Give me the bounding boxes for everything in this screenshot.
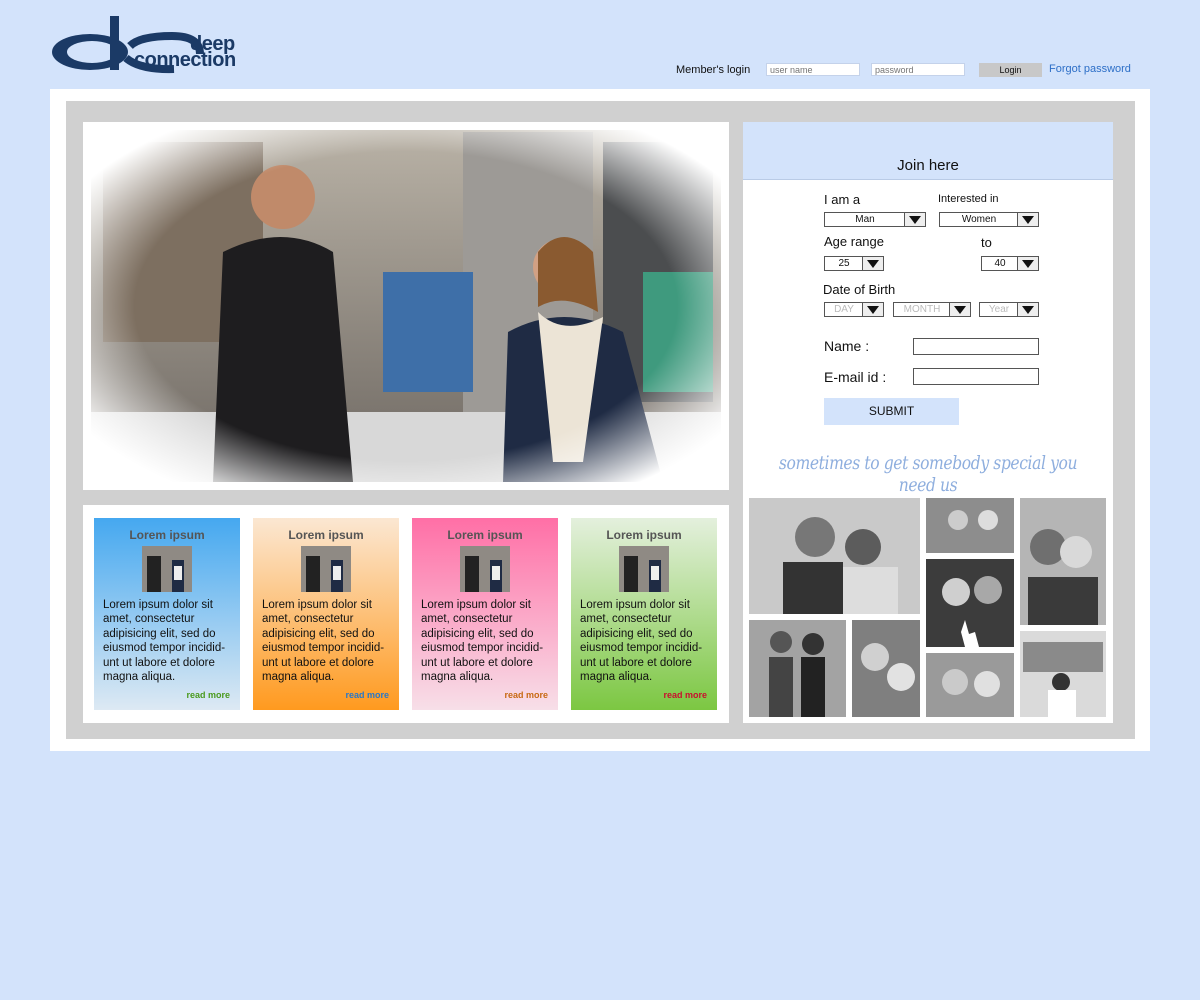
card-title: Lorem ipsum [447, 528, 523, 542]
card-title: Lorem ipsum [606, 528, 682, 542]
card-body: Lorem ipsum dolor sit amet, consectetur … [262, 599, 385, 684]
card-body: Lorem ipsum dolor sit amet, consectetur … [103, 599, 226, 684]
chevron-down-icon [1017, 257, 1038, 270]
interested-in-label: Interested in [938, 193, 999, 205]
age-to-select[interactable]: 40 [981, 256, 1039, 271]
age-to-select-value: 40 [994, 258, 1006, 269]
dob-day-select-value: DAY [834, 304, 854, 315]
dob-month-select-value: MONTH [903, 304, 941, 315]
dob-day-select[interactable]: DAY [824, 302, 884, 317]
interested-in-select[interactable]: Women [939, 212, 1039, 227]
read-more-link[interactable]: read more [663, 690, 707, 700]
logo-word-connection: connection [134, 49, 236, 71]
login-button[interactable]: Login [979, 63, 1042, 77]
card-thumbnail [619, 546, 669, 592]
read-more-link[interactable]: read more [186, 690, 230, 700]
chevron-down-icon [949, 303, 970, 316]
interested-in-select-value: Women [961, 214, 997, 225]
i-am-label: I am a [824, 192, 861, 207]
card-body: Lorem ipsum dolor sit amet, consectetur … [580, 599, 703, 684]
card-thumbnail [460, 546, 510, 592]
email-label: E-mail id : [824, 369, 887, 385]
forgot-password-link[interactable]: Forgot password [1049, 63, 1131, 75]
collage-photo [749, 620, 846, 717]
feature-card[interactable]: Lorem ipsum Lorem ipsum dolor sit amet, … [412, 518, 558, 710]
hero-couple-image [83, 122, 729, 490]
dob-year-select-value: Year [988, 304, 1010, 315]
date-of-birth-label: Date of Birth [823, 282, 896, 297]
join-header: Join here [743, 122, 1113, 180]
name-input[interactable] [913, 338, 1039, 355]
age-from-select[interactable]: 25 [824, 256, 884, 271]
name-label: Name : [824, 338, 870, 354]
username-input[interactable] [766, 63, 860, 76]
dob-year-select[interactable]: Year [979, 302, 1039, 317]
collage-photo [926, 653, 1014, 717]
join-panel: Join here I am a Interested in Man Women… [743, 122, 1113, 723]
submit-button[interactable]: SUBMIT [824, 398, 959, 425]
hero-photo [83, 122, 729, 490]
feature-cards-panel: Lorem ipsum Lorem ipsum dolor sit amet, … [83, 505, 729, 723]
tagline: sometimes to get somebody special you ne… [778, 452, 1078, 496]
logo[interactable]: deep connection [50, 14, 240, 74]
age-range-label: Age range [824, 234, 884, 249]
age-from-select-value: 25 [838, 258, 850, 269]
read-more-link[interactable]: read more [504, 690, 548, 700]
feature-card[interactable]: Lorem ipsum Lorem ipsum dolor sit amet, … [94, 518, 240, 710]
card-title: Lorem ipsum [288, 528, 364, 542]
chevron-down-icon [1017, 303, 1038, 316]
read-more-link[interactable]: read more [345, 690, 389, 700]
member-photo-collage [749, 498, 1106, 717]
chevron-down-icon [862, 303, 883, 316]
join-title: Join here [897, 157, 959, 174]
collage-photo [926, 498, 1014, 553]
chevron-down-icon [1017, 213, 1038, 226]
chevron-down-icon [904, 213, 925, 226]
gender-select-value: Man [855, 214, 875, 225]
age-to-label: to [981, 235, 992, 250]
card-title: Lorem ipsum [129, 528, 205, 542]
feature-card[interactable]: Lorem ipsum Lorem ipsum dolor sit amet, … [253, 518, 399, 710]
member-login-label: Member's login [676, 64, 751, 76]
card-thumbnail [301, 546, 351, 592]
password-input[interactable] [871, 63, 965, 76]
dob-month-select[interactable]: MONTH [893, 302, 971, 317]
feature-card[interactable]: Lorem ipsum Lorem ipsum dolor sit amet, … [571, 518, 717, 710]
gender-select[interactable]: Man [824, 212, 926, 227]
card-body: Lorem ipsum dolor sit amet, consectetur … [421, 599, 544, 684]
card-thumbnail [142, 546, 192, 592]
email-input[interactable] [913, 368, 1039, 385]
chevron-down-icon [862, 257, 883, 270]
